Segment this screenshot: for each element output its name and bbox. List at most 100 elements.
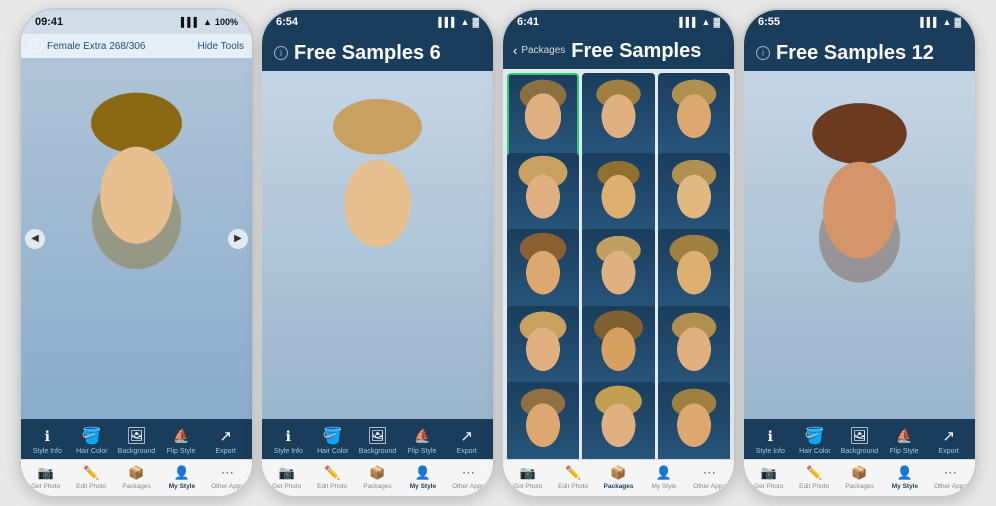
toolbar-item-export-1[interactable]: ↗ Export <box>203 425 248 455</box>
toolbar-4: ℹ Style Info 🪣 Hair Color 🖼 Background ⛵… <box>744 419 975 459</box>
nav-label-getphoto-4: Get Photo <box>754 483 783 490</box>
nav-otherapps-3[interactable]: ⋯ Other Apps <box>687 464 732 490</box>
nav-editphoto-4[interactable]: ✏️ Edit Photo <box>791 464 836 490</box>
toolbar-item-flipstyle-2[interactable]: ⛵ Flip Style <box>400 425 445 455</box>
nav-mystyle-1[interactable]: 👤 My Style <box>159 464 204 490</box>
nav-getphoto-2[interactable]: 📷 Get Photo <box>264 464 309 490</box>
nav-label-getphoto-2: Get Photo <box>272 483 301 490</box>
nav-mystyle-3[interactable]: 👤 My Style <box>641 464 686 490</box>
toolbar-item-background-2[interactable]: 🖼 Background <box>355 425 400 455</box>
pkg-icon-4: 📦 <box>848 464 872 482</box>
nav-label-editphoto-3: Edit Photo <box>558 483 588 490</box>
grid-face-13 <box>507 382 579 459</box>
toolbar-2: ℹ Style Info 🪣 Hair Color 🖼 Background ⛵… <box>262 419 493 459</box>
main-image-2 <box>262 71 493 419</box>
photo-icon-toolbar-2: 🖼 <box>363 425 391 447</box>
status-bar-2: 6:54 ▌▌▌ ▲ ▓ <box>262 10 493 34</box>
phone-frame-1: 09:41 ▌▌▌ ▲ 100% i Female Extra 268/306 … <box>19 8 254 498</box>
toolbar-label-flipstyle-4: Flip Style <box>890 448 919 455</box>
nav-editphoto-2[interactable]: ✏️ Edit Photo <box>309 464 354 490</box>
battery-icon: 100% <box>215 17 238 27</box>
grid-item-13[interactable]: 13 <box>507 382 579 459</box>
nav-mystyle-4[interactable]: 👤 My Style <box>882 464 927 490</box>
toolbar-item-haircolor-1[interactable]: 🪣 Hair Color <box>70 425 115 455</box>
toolbar-item-flipstyle-1[interactable]: ⛵ Flip Style <box>159 425 204 455</box>
app-header-3: ‹ Packages Free Samples <box>503 34 734 69</box>
battery-icon-3: ▓ <box>713 17 720 27</box>
toolbar-label-styleinfo-4: Style Info <box>756 448 785 455</box>
nav-getphoto-4[interactable]: 📷 Get Photo <box>746 464 791 490</box>
woman-photo-4 <box>744 71 975 419</box>
phone-frame-3: 6:41 ▌▌▌ ▲ ▓ ‹ Packages Free Samples 1 2 <box>501 8 736 498</box>
pkg-icon-2: 📦 <box>366 464 390 482</box>
status-bar-4: 6:55 ▌▌▌ ▲ ▓ <box>744 10 975 34</box>
nav-editphoto-3[interactable]: ✏️ Edit Photo <box>550 464 595 490</box>
toolbar-item-flipstyle-4[interactable]: ⛵ Flip Style <box>882 425 927 455</box>
nav-editphoto-1[interactable]: ✏️ Edit Photo <box>68 464 113 490</box>
toolbar-label-background-2: Background <box>359 448 396 455</box>
toolbar-item-haircolor-2[interactable]: 🪣 Hair Color <box>311 425 356 455</box>
wifi-icon-4: ▲ <box>943 17 952 27</box>
grid-item-15[interactable]: 15 <box>658 382 730 459</box>
grid-item-14[interactable]: 14 <box>582 382 654 459</box>
export-icon-toolbar-4: ↗ <box>935 425 963 447</box>
nav-mystyle-2[interactable]: 👤 My Style <box>400 464 445 490</box>
nav-getphoto-3[interactable]: 📷 Got Photo <box>505 464 550 490</box>
mystyle-icon-2: 👤 <box>411 464 435 482</box>
toolbar-item-export-2[interactable]: ↗ Export <box>444 425 489 455</box>
info-icon-4[interactable]: i <box>756 46 770 60</box>
screenshots-container: 09:41 ▌▌▌ ▲ 100% i Female Extra 268/306 … <box>15 3 981 503</box>
prev-arrow-1[interactable]: ◀ <box>25 229 45 249</box>
nav-otherapps-1[interactable]: ⋯ Other Apps <box>205 464 250 490</box>
nav-label-editphoto-4: Edit Photo <box>799 483 829 490</box>
main-image-4 <box>744 71 975 419</box>
toolbar-item-styleinfo-4[interactable]: ℹ Style Info <box>748 425 793 455</box>
toolbar-item-background-4[interactable]: 🖼 Background <box>837 425 882 455</box>
phone-frame-4: 6:55 ▌▌▌ ▲ ▓ i Free Samples 12 ℹ Style I… <box>742 8 977 498</box>
bucket-icon-toolbar-2: 🪣 <box>319 425 347 447</box>
hide-tools-btn[interactable]: Hide Tools <box>197 41 244 52</box>
nav-packages-4[interactable]: 📦 Packages <box>837 464 882 490</box>
toolbar-1: ℹ Style Info 🪣 Hair Color 🖼 Background ⛵… <box>21 419 252 459</box>
info-icon-1[interactable]: i <box>29 38 43 52</box>
export-icon-toolbar-1: ↗ <box>212 425 240 447</box>
toolbar-item-haircolor-4[interactable]: 🪣 Hair Color <box>793 425 838 455</box>
bottom-nav-2: 📷 Get Photo ✏️ Edit Photo 📦 Packages 👤 M… <box>262 459 493 496</box>
status-icons-2: ▌▌▌ ▲ ▓ <box>438 17 479 27</box>
next-arrow-1[interactable]: ▶ <box>228 229 248 249</box>
nav-packages-1[interactable]: 📦 Packages <box>114 464 159 490</box>
photo-icon-toolbar-4: 🖼 <box>845 425 873 447</box>
bottom-nav-1: 📷 Get Photo ✏️ Edit Photo 📦 Packages 👤 M… <box>21 459 252 496</box>
time-2: 6:54 <box>276 16 298 28</box>
nav-otherapps-2[interactable]: ⋯ Other Apps <box>446 464 491 490</box>
mystyle-icon-4: 👤 <box>893 464 917 482</box>
toolbar-item-styleinfo-2[interactable]: ℹ Style Info <box>266 425 311 455</box>
signal-icon: ▌▌▌ <box>181 17 200 27</box>
toolbar-label-haircolor-2: Hair Color <box>317 448 349 455</box>
wifi-icon: ▲ <box>203 17 212 27</box>
bottom-nav-4: 📷 Get Photo ✏️ Edit Photo 📦 Packages 👤 M… <box>744 459 975 496</box>
pkg-icon-1: 📦 <box>125 464 149 482</box>
main-image-1: ◀ ▶ <box>21 58 252 419</box>
nav-label-getphoto-3: Got Photo <box>513 483 542 490</box>
toolbar-item-background-1[interactable]: 🖼 Background <box>114 425 159 455</box>
nav-label-mystyle-1: My Style <box>169 483 195 490</box>
toolbar-item-export-4[interactable]: ↗ Export <box>926 425 971 455</box>
camera-icon-4: 📷 <box>757 464 781 482</box>
nav-label-getphoto-1: Get Photo <box>31 483 60 490</box>
nav-getphoto-1[interactable]: 📷 Get Photo <box>23 464 68 490</box>
apps-icon-3: ⋯ <box>697 464 721 482</box>
grid-face-14 <box>582 382 654 459</box>
back-arrow-3[interactable]: ‹ <box>513 43 517 58</box>
nav-packages-2[interactable]: 📦 Packages <box>355 464 400 490</box>
woman-photo-2 <box>262 71 493 419</box>
info-icon-2[interactable]: i <box>274 46 288 60</box>
toolbar-item-styleinfo-1[interactable]: ℹ Style Info <box>25 425 70 455</box>
toolbar-label-background-4: Background <box>841 448 878 455</box>
toolbar-label-haircolor-4: Hair Color <box>799 448 831 455</box>
phone-frame-2: 6:54 ▌▌▌ ▲ ▓ i Free Samples 6 ℹ Style In… <box>260 8 495 498</box>
nav-otherapps-4[interactable]: ⋯ Other Apps <box>928 464 973 490</box>
status-icons-4: ▌▌▌ ▲ ▓ <box>920 17 961 27</box>
nav-packages-3[interactable]: 📦 Packages <box>596 464 641 490</box>
breadcrumb-row: ‹ Packages <box>513 43 565 60</box>
